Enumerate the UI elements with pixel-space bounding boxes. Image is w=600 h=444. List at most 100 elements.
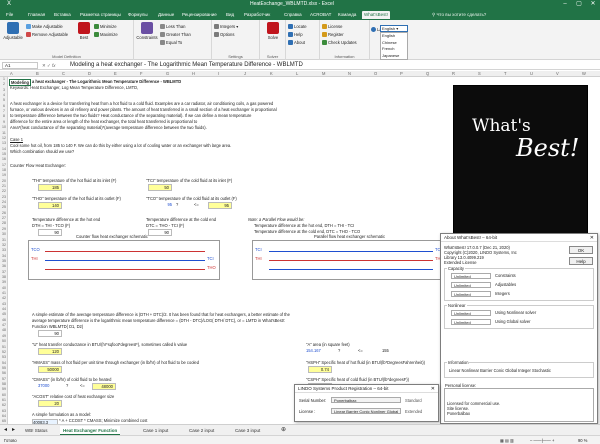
column-letter[interactable]: S [478, 71, 481, 76]
row-number[interactable]: 33 [0, 248, 8, 252]
row-number[interactable]: 54 [0, 361, 8, 365]
column-letter[interactable]: P [400, 71, 403, 76]
row-number[interactable]: 19 [0, 173, 8, 177]
column-letter[interactable]: L [296, 71, 298, 76]
less-than-button[interactable]: Less Than [160, 23, 185, 30]
row-number[interactable]: 42 [0, 296, 8, 300]
options-button[interactable]: Options [214, 31, 234, 38]
row-number[interactable]: 49 [0, 334, 8, 338]
row-number[interactable]: 30 [0, 232, 8, 236]
cmass-max-input[interactable]: 48000 [92, 383, 116, 390]
row-number[interactable]: 58 [0, 382, 8, 386]
column-letter[interactable]: N [348, 71, 351, 76]
row-number[interactable]: 25 [0, 205, 8, 209]
row-number[interactable]: 47 [0, 323, 8, 327]
fx-icon[interactable]: ✕ ✓ fx [42, 62, 66, 69]
help-button[interactable]: Help [288, 31, 303, 38]
row-number[interactable]: 40 [0, 286, 8, 290]
column-letter[interactable]: H [192, 71, 195, 76]
row-number[interactable]: 12 [0, 136, 8, 140]
row-number[interactable]: 10 [0, 125, 8, 129]
row-number[interactable]: 61 [0, 398, 8, 402]
language-select[interactable]: English ▾ [380, 25, 408, 32]
about-button[interactable]: About [288, 39, 305, 46]
maximize-button[interactable]: ▢ [572, 0, 586, 9]
column-letter[interactable]: W [582, 71, 586, 76]
close-button[interactable]: ✕ [586, 0, 600, 9]
row-number[interactable]: 65 [0, 419, 8, 423]
lmtd-value[interactable]: 90 [38, 330, 62, 337]
add-sheet-icon[interactable]: ⊕ [278, 426, 289, 435]
license-field[interactable]: Linear Barrier Conic Nonliner Global Int… [331, 408, 401, 414]
row-number[interactable]: 62 [0, 403, 8, 407]
tab-file[interactable]: File [4, 11, 15, 19]
column-letter[interactable]: A [10, 71, 13, 76]
row-number[interactable]: 15 [0, 152, 8, 156]
row-number[interactable]: 35 [0, 259, 8, 263]
ok-button[interactable]: OK [569, 246, 593, 254]
row-number[interactable]: 31 [0, 238, 8, 242]
row-number[interactable]: 2 [0, 82, 8, 86]
column-letter[interactable]: D [88, 71, 91, 76]
tab-help[interactable]: Справка [282, 11, 304, 19]
column-letter[interactable]: R [452, 71, 455, 76]
column-letter[interactable]: U [530, 71, 533, 76]
row-number[interactable]: 14 [0, 147, 8, 151]
tab-review[interactable]: Рецензирование [180, 11, 219, 19]
constraints-button[interactable]: Constraints [136, 22, 158, 40]
row-number[interactable]: 4 [0, 93, 8, 97]
row-number[interactable]: 23 [0, 195, 8, 199]
column-letter[interactable]: J [244, 71, 246, 76]
column-letter[interactable]: I [218, 71, 219, 76]
view-icons[interactable]: ▦ ▤ ▥ [500, 438, 514, 443]
column-letter[interactable]: T [504, 71, 507, 76]
dt-hot-value[interactable]: 90 [38, 229, 62, 236]
tab-team[interactable]: Команда [336, 11, 358, 19]
tab-data[interactable]: Данные [156, 11, 176, 19]
tab-formulas[interactable]: Формулы [126, 11, 150, 19]
row-number[interactable]: 64 [0, 414, 8, 418]
sheet-tab[interactable]: Case 2 input [186, 426, 217, 435]
row-number[interactable]: 7 [0, 109, 8, 113]
row-number[interactable]: 60 [0, 393, 8, 397]
row-number[interactable]: 24 [0, 200, 8, 204]
tco-max-input[interactable]: 95 [208, 202, 232, 209]
row-number[interactable]: 8 [0, 114, 8, 118]
minimize-button[interactable]: – [558, 0, 572, 9]
row-number[interactable]: 11 [0, 131, 8, 135]
row-number[interactable]: 34 [0, 254, 8, 258]
row-number[interactable]: 36 [0, 264, 8, 268]
row-number[interactable]: 41 [0, 291, 8, 295]
tho-input[interactable]: 140 [38, 202, 62, 209]
sheet-tab-active[interactable]: Heat Exchanger Function [60, 426, 121, 435]
row-number[interactable]: 51 [0, 345, 8, 349]
acost-input[interactable]: 20 [38, 400, 62, 407]
row-number[interactable]: 45 [0, 312, 8, 316]
maximize-objective-button[interactable]: Maximize [94, 31, 118, 38]
row-number[interactable]: 38 [0, 275, 8, 279]
row-number[interactable]: 17 [0, 163, 8, 167]
row-number[interactable]: 37 [0, 270, 8, 274]
close-icon[interactable]: ✕ [590, 234, 594, 242]
row-number[interactable]: 28 [0, 221, 8, 225]
sheet-tab[interactable]: Case 3 input [232, 426, 263, 435]
register-button[interactable]: Register [322, 31, 344, 38]
zoom-level[interactable]: 90 % [578, 438, 587, 443]
row-number[interactable]: 29 [0, 227, 8, 231]
adjustable-button[interactable]: Adjustable [2, 22, 24, 40]
row-number[interactable]: 55 [0, 366, 8, 370]
a-value[interactable]: 154.167 [306, 348, 321, 353]
equal-to-button[interactable]: Equal To [160, 39, 182, 46]
row-number[interactable]: 32 [0, 243, 8, 247]
name-box[interactable]: A1 [2, 62, 38, 69]
help-button[interactable]: Help [569, 257, 593, 265]
row-number[interactable]: 21 [0, 184, 8, 188]
row-number[interactable]: 50 [0, 339, 8, 343]
row-number[interactable]: 13 [0, 141, 8, 145]
hsph-input[interactable]: 0.74 [308, 366, 332, 373]
remove-adjustable-button[interactable]: Remove Adjustable [26, 31, 68, 38]
row-number[interactable]: 16 [0, 157, 8, 161]
minimize-objective-button[interactable]: Minimize [94, 23, 117, 30]
make-adjustable-button[interactable]: Make Adjustable [26, 23, 63, 30]
row-number[interactable]: 18 [0, 168, 8, 172]
